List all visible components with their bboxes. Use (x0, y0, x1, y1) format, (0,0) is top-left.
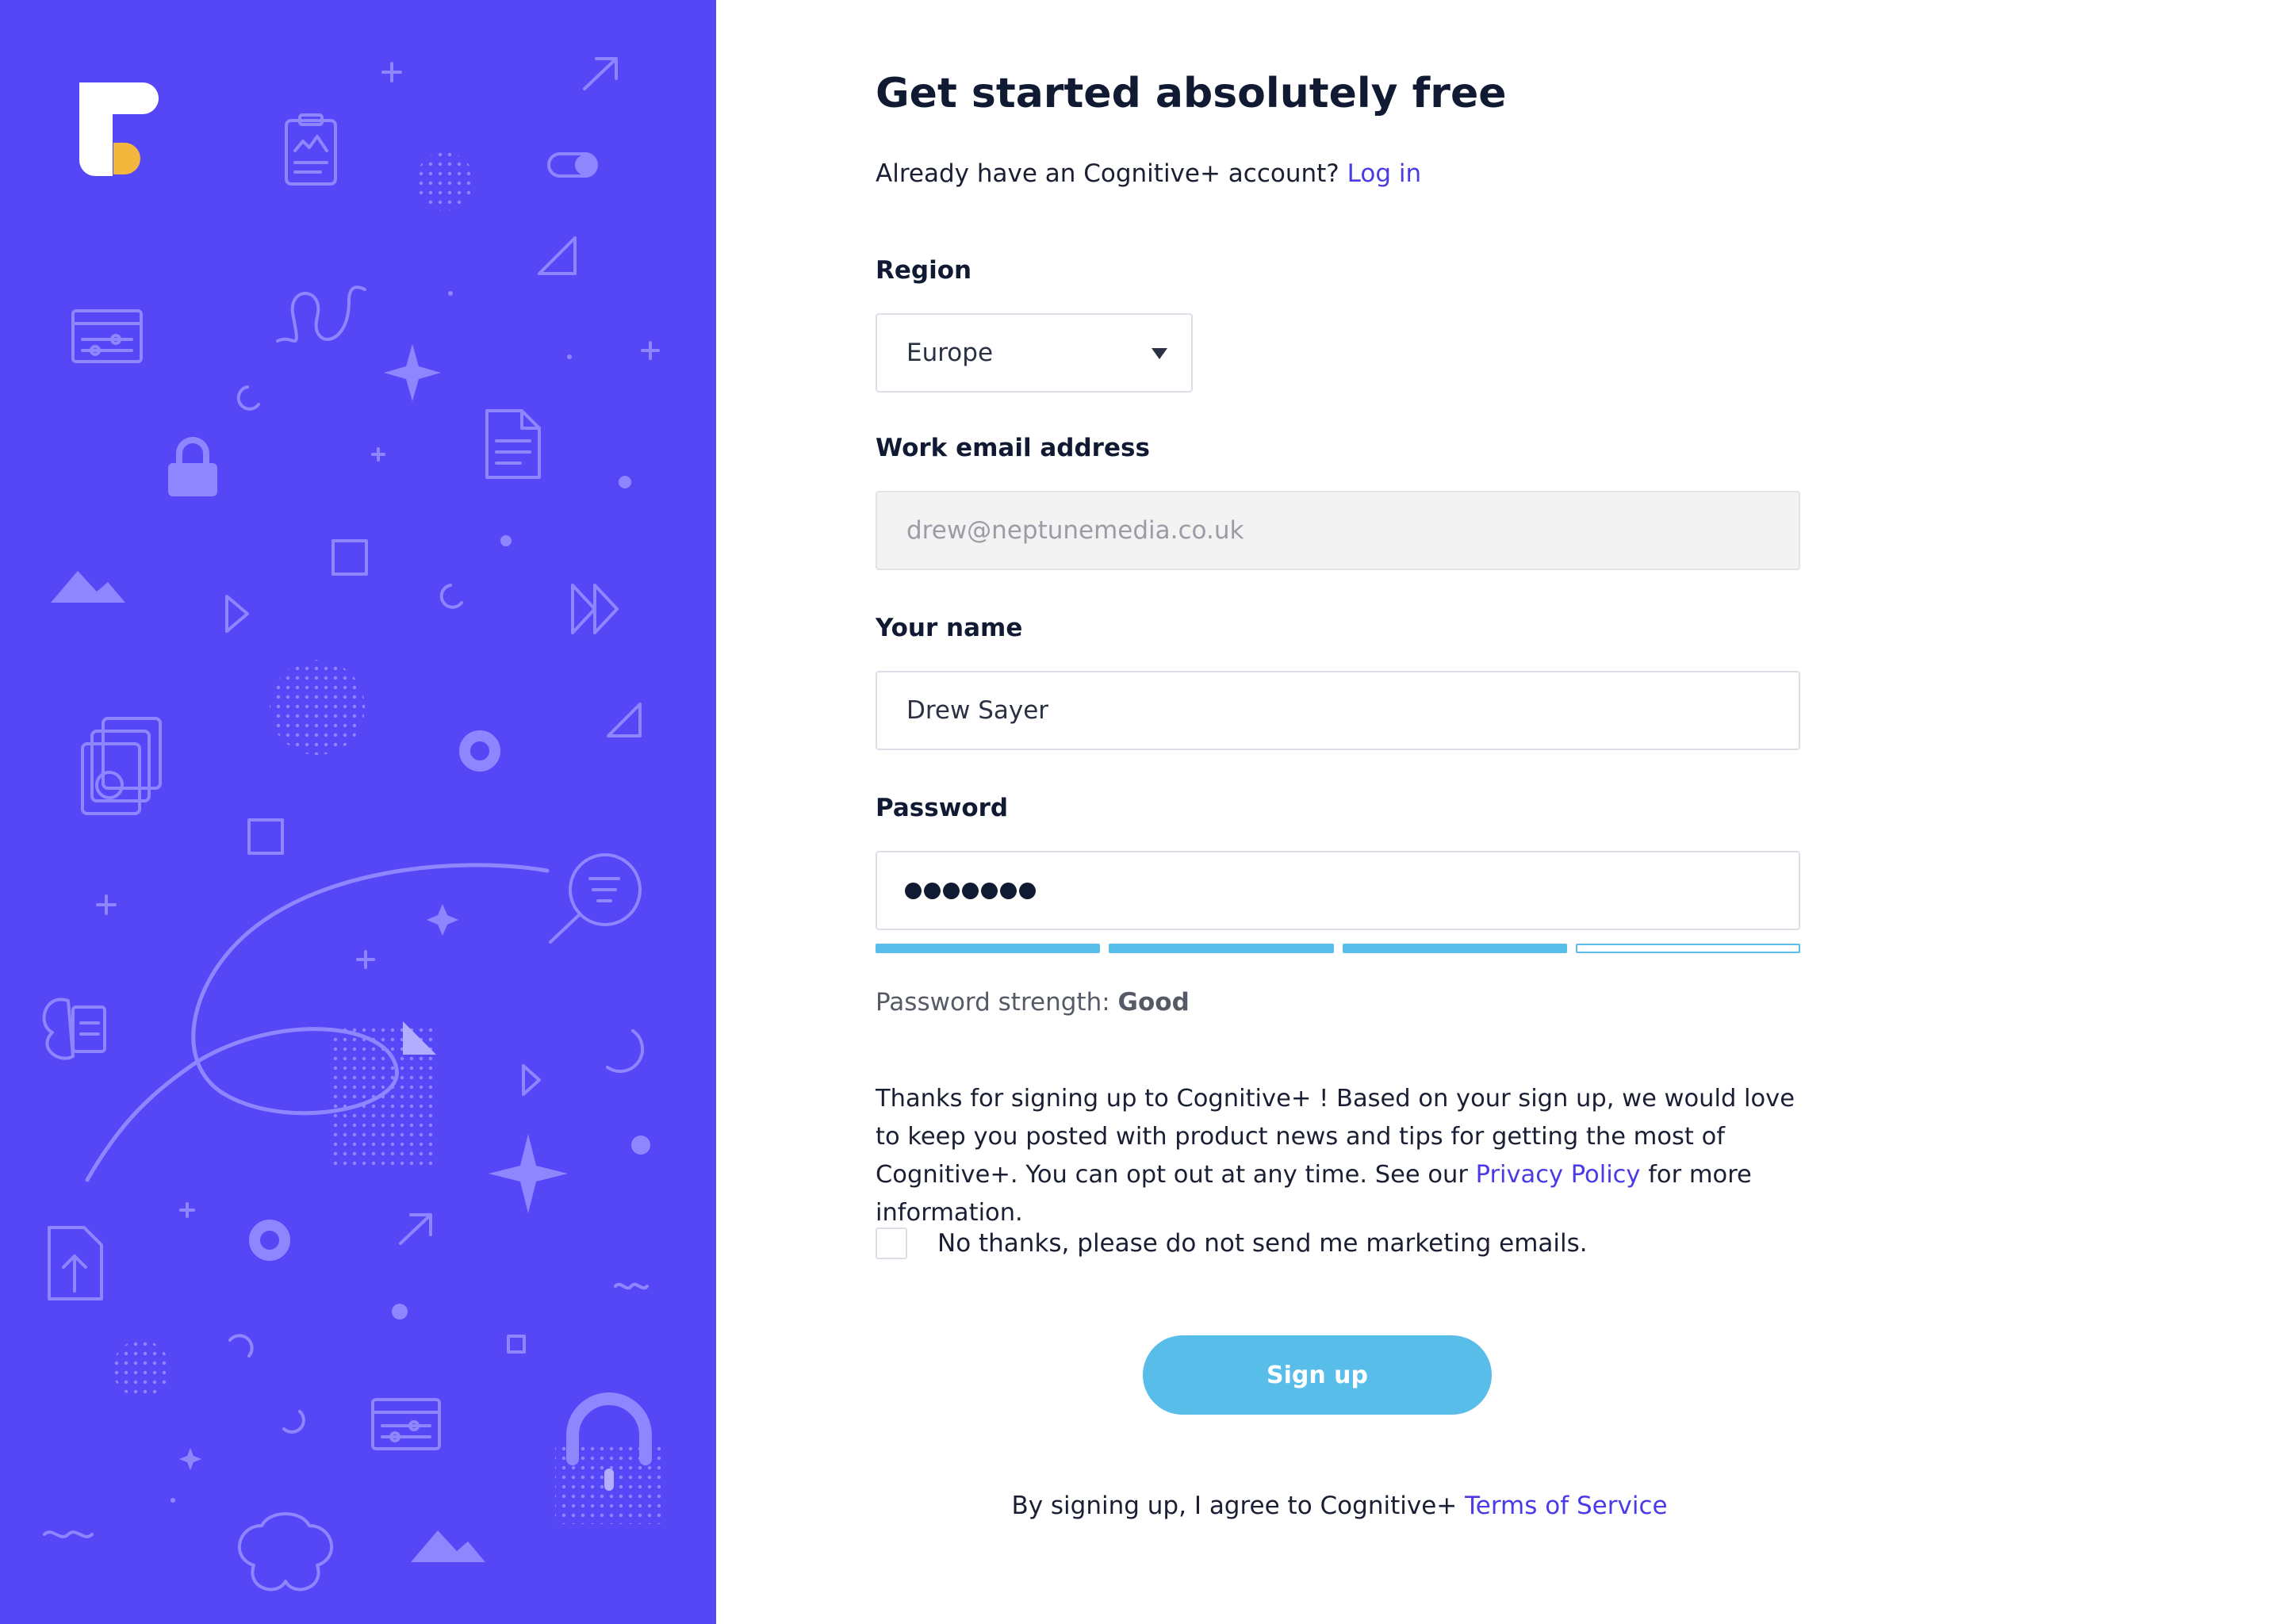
password-strength-segment (1342, 944, 1567, 953)
chevron-down-icon (1152, 348, 1167, 359)
cognitive-plus-logo-icon (79, 82, 159, 176)
password-mask-dot (1000, 882, 1017, 899)
signup-page: Get started absolutely free Already have… (0, 0, 2284, 1624)
login-prompt-text: Already have an Cognitive+ account? (876, 159, 1339, 188)
terms-notice: By signing up, I agree to Cognitive+ Ter… (876, 1492, 1803, 1520)
password-strength-segment (1575, 944, 1800, 953)
privacy-policy-link[interactable]: Privacy Policy (1476, 1161, 1641, 1189)
marketing-optout: No thanks, please do not send me marketi… (876, 1228, 1588, 1259)
password-label: Password (876, 794, 1009, 822)
signup-form-panel: Get started absolutely free Already have… (716, 0, 2284, 1624)
login-link[interactable]: Log in (1347, 159, 1421, 188)
password-mask-dot (1019, 882, 1036, 899)
login-prompt: Already have an Cognitive+ account? Log … (876, 159, 1421, 188)
password-mask-dot (943, 882, 960, 899)
marketing-notice: Thanks for signing up to Cognitive+ ! Ba… (876, 1080, 1819, 1232)
password-masked-value (905, 873, 1036, 908)
password-mask-dot (905, 882, 922, 899)
password-strength-segment (876, 944, 1101, 953)
page-title: Get started absolutely free (876, 70, 1507, 117)
password-strength-meter (876, 944, 1800, 953)
search-magnifier-icon (549, 853, 642, 944)
documents-stack-icon (81, 717, 162, 815)
decorative-side-panel (0, 0, 716, 1624)
signup-button[interactable]: Sign up (1143, 1335, 1492, 1415)
password-strength-value: Good (1117, 988, 1190, 1017)
name-field[interactable] (876, 671, 1800, 750)
terms-text: By signing up, I agree to Cognitive+ (1011, 1492, 1458, 1520)
password-strength-segment (1109, 944, 1334, 953)
password-strength-prefix: Password strength: (876, 988, 1110, 1017)
browser-settings-icon (71, 309, 143, 363)
toggle-icon (547, 152, 598, 178)
password-mask-dot (981, 882, 998, 899)
region-label: Region (876, 256, 972, 285)
region-selected-value: Europe (906, 339, 994, 367)
brain-document-icon (42, 998, 106, 1060)
browser-settings-icon-2 (371, 1398, 441, 1450)
clipboard-icon (285, 113, 337, 186)
email-field[interactable] (876, 491, 1800, 570)
marketing-optout-checkbox[interactable] (876, 1228, 907, 1259)
password-mask-dot (962, 882, 979, 899)
password-mask-dot (924, 882, 941, 899)
password-strength-text: Password strength: Good (876, 988, 1190, 1017)
terms-of-service-link[interactable]: Terms of Service (1465, 1492, 1667, 1520)
brain-icon (238, 1512, 333, 1591)
upload-file-icon (48, 1226, 103, 1300)
name-label: Your name (876, 614, 1023, 642)
region-select[interactable]: Europe (876, 313, 1193, 393)
document-icon (485, 409, 541, 479)
email-label: Work email address (876, 434, 1150, 462)
decorative-pattern (42, 57, 665, 1591)
marketing-optout-label[interactable]: No thanks, please do not send me marketi… (937, 1229, 1588, 1258)
